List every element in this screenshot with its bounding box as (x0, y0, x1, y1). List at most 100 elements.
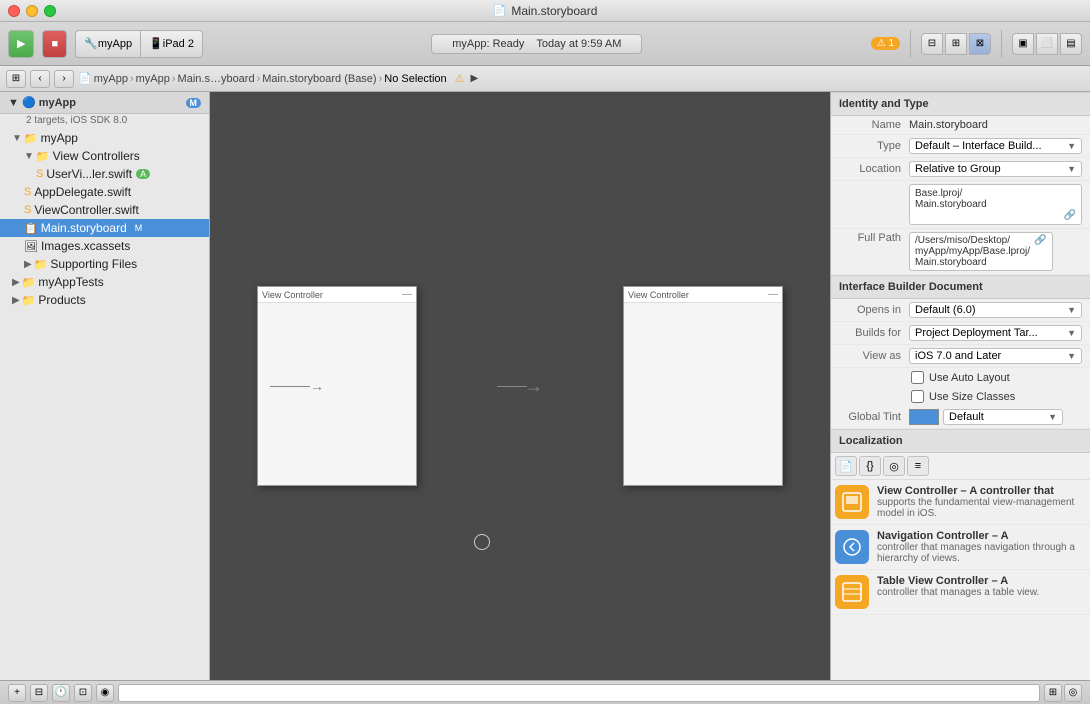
global-tint-row: Global Tint Default ▼ (831, 406, 1090, 429)
storyboard-scene-2[interactable]: View Controller — (623, 286, 783, 486)
nav-forward-btn[interactable]: › (54, 70, 74, 88)
breadcrumb-item-myapp2[interactable]: myApp (136, 73, 170, 85)
sidebar-label-vc: View Controllers (53, 149, 140, 163)
size-classes-checkbox[interactable] (911, 390, 924, 403)
view-as-arrow: ▼ (1067, 351, 1076, 361)
builds-for-value[interactable]: Project Deployment Tar... ▼ (909, 325, 1082, 341)
disclosure-icon: ▶ (24, 259, 32, 270)
sidebar-label-storyboard: Main.storyboard (41, 221, 127, 235)
view-as-value[interactable]: iOS 7.0 and Later ▼ (909, 348, 1082, 364)
full-path-link-icon[interactable]: 🔗 (1034, 235, 1046, 246)
view-mode-navigator[interactable]: ⊟ (921, 33, 943, 55)
project-name: ▼ 🔵 myApp (8, 96, 76, 109)
folder-icon: 📁 (34, 258, 48, 271)
nav-grid-btn[interactable]: ⊞ (6, 70, 26, 88)
view-mode-version[interactable]: ⊠ (969, 33, 991, 55)
scheme-device-icon: 📱 (149, 37, 163, 50)
base-path-row: Base.lproj/Main.storyboard 🔗 (831, 181, 1090, 229)
assets-icon: 🖼 (24, 240, 38, 253)
scheme-app[interactable]: 🔧 myApp (75, 30, 140, 58)
tint-color-swatch[interactable] (909, 409, 939, 425)
disclosure-icon: ▼ (12, 133, 22, 144)
auto-layout-checkbox[interactable] (911, 371, 924, 384)
breadcrumb-item-base[interactable]: Main.storyboard (Base) (262, 73, 376, 85)
panel-bottom[interactable]: ⬜ (1036, 33, 1058, 55)
sidebar-item-images[interactable]: 🖼 Images.xcassets (0, 237, 209, 255)
minimize-button[interactable] (26, 5, 38, 17)
titlebar-title: Main.storyboard (511, 4, 597, 18)
scene1-dots: — (402, 289, 412, 300)
loc-tab-code[interactable]: {} (859, 456, 881, 476)
folder-icon: 📁 (36, 150, 50, 163)
canvas-area: → View Controller — → View Controller — (210, 92, 830, 680)
nav-back-btn[interactable]: ‹ (30, 70, 50, 88)
status-time: Today at 9:59 AM (536, 38, 621, 50)
titlebar: 📄 Main.storyboard (0, 0, 1090, 22)
stop-button[interactable]: ■ (42, 30, 67, 58)
breadcrumb-item-1[interactable]: 📄 (78, 72, 92, 85)
sep1: › (130, 73, 134, 85)
lib-title-vc: View Controller – A controller that (877, 485, 1086, 497)
sidebar-item-products[interactable]: ▶ 📁 Products (0, 291, 209, 309)
lib-title-table: Table View Controller – A (877, 575, 1086, 587)
breadcrumb-item-nosel[interactable]: No Selection (384, 73, 446, 85)
maximize-button[interactable] (44, 5, 56, 17)
main-toolbar: ▶ ■ 🔧 myApp 📱 iPad 2 myApp: Ready Today … (0, 22, 1090, 66)
bottom-issue-btn[interactable]: ⊡ (74, 684, 92, 702)
bottom-test-btn[interactable]: ◉ (96, 684, 114, 702)
sidebar-item-mainstoryboard[interactable]: 📋 Main.storyboard M (0, 219, 209, 237)
opens-in-label: Opens in (839, 304, 909, 316)
type-value[interactable]: Default – Interface Build... ▼ (909, 138, 1082, 154)
location-value[interactable]: Relative to Group ▼ (909, 161, 1082, 177)
view-mode-assistant[interactable]: ⊞ (945, 33, 967, 55)
project-disclosure[interactable]: ▼ (8, 97, 22, 109)
bottom-clock-btn[interactable]: 🕐 (52, 684, 70, 702)
view-as-text: iOS 7.0 and Later (915, 350, 1001, 362)
panel-left[interactable]: ▣ (1012, 33, 1034, 55)
lib-text-viewcontroller: View Controller – A controller that supp… (877, 485, 1086, 519)
close-button[interactable] (8, 5, 20, 17)
bottom-canvas-btn[interactable]: ⊞ (1044, 684, 1062, 702)
sidebar-item-supporting[interactable]: ▶ 📁 Supporting Files (0, 255, 209, 273)
bottom-add-btn[interactable]: + (8, 684, 26, 702)
project-badge: M (186, 98, 202, 108)
breadcrumb-item-myapp1[interactable]: myApp (94, 73, 128, 85)
breadcrumb-nav[interactable]: ▶ (471, 73, 479, 84)
breadcrumb-item-storyboard[interactable]: Main.s…yboard (178, 73, 255, 85)
bottom-filter-btn[interactable]: ⊟ (30, 684, 48, 702)
loc-tab-circle[interactable]: ◎ (883, 456, 905, 476)
sidebar-item-apptests[interactable]: ▶ 📁 myAppTests (0, 273, 209, 291)
sidebar-item-uservc[interactable]: S UserVi...ler.swift A (0, 165, 209, 183)
bottom-zoom-btn[interactable]: ◎ (1064, 684, 1082, 702)
scene1-title: View Controller — (258, 287, 416, 303)
opens-in-value[interactable]: Default (6.0) ▼ (909, 302, 1082, 318)
lib-item-viewcontroller[interactable]: View Controller – A controller that supp… (831, 480, 1090, 525)
warning-badge[interactable]: ⚠ 1 (871, 37, 900, 50)
sidebar-item-viewcontrollers[interactable]: ▼ 📁 View Controllers (0, 147, 209, 165)
tint-value[interactable]: Default ▼ (943, 409, 1063, 425)
lib-title-nav: Navigation Controller – A (877, 530, 1086, 542)
global-tint-label: Global Tint (839, 411, 909, 423)
scheme-device[interactable]: 📱 iPad 2 (140, 30, 203, 58)
panel-mode-group: ▣ ⬜ ▤ (1012, 33, 1082, 55)
lib-item-tablecontroller[interactable]: Table View Controller – A controller tha… (831, 570, 1090, 615)
loc-tab-file[interactable]: 📄 (835, 456, 857, 476)
location-value-text: Relative to Group (915, 163, 1001, 175)
name-value: Main.storyboard (909, 119, 1082, 131)
filter-input[interactable] (118, 684, 1040, 702)
run-button[interactable]: ▶ (8, 30, 34, 58)
sidebar-item-appdelegate[interactable]: S AppDelegate.swift (0, 183, 209, 201)
sidebar-item-myapp[interactable]: ▼ 📁 myApp (0, 129, 209, 147)
sidebar-item-viewcontroller[interactable]: S ViewController.swift (0, 201, 209, 219)
sidebar-label-myapp: myApp (41, 131, 78, 145)
sidebar-label-products: Products (38, 293, 85, 307)
lib-item-navcontroller[interactable]: Navigation Controller – A controller tha… (831, 525, 1090, 570)
location-row: Location Relative to Group ▼ (831, 158, 1090, 181)
project-icon: 🔵 (22, 97, 39, 109)
loc-tab-list[interactable]: ≡ (907, 456, 929, 476)
opens-in-text: Default (6.0) (915, 304, 976, 316)
builds-for-row: Builds for Project Deployment Tar... ▼ (831, 322, 1090, 345)
sidebar-label-viewcontroller: ViewController.swift (34, 203, 138, 217)
panel-right[interactable]: ▤ (1060, 33, 1082, 55)
full-path-value: /Users/miso/Desktop/myApp/myApp/Base.lpr… (909, 232, 1053, 271)
